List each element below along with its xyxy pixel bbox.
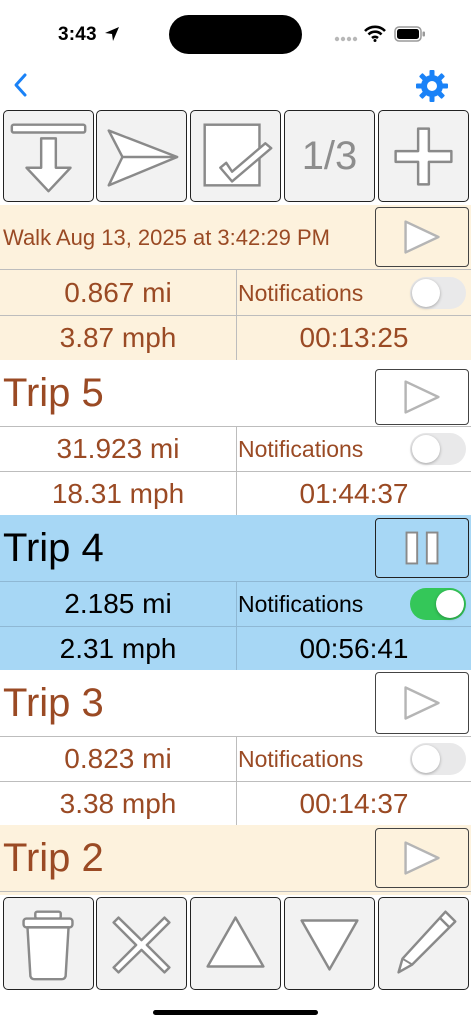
plus-icon — [394, 127, 453, 186]
trip-duration: 00:56:41 — [299, 632, 409, 664]
notifications-label: Notifications — [238, 435, 364, 462]
trip-distance: 2.185 mi — [64, 588, 172, 619]
trip-row-5[interactable]: Trip 5 31.923 mi Notifications 18.31 mph… — [0, 360, 471, 515]
trip-distance: 31.923 mi — [56, 433, 180, 464]
trip-row-3[interactable]: Trip 3 0.823 mi Notifications 3.38 mph 0… — [0, 670, 471, 825]
navigation-bar — [0, 64, 471, 108]
pause-icon — [405, 531, 439, 565]
page-indicator: 1/3 — [301, 133, 358, 178]
location-arrow-icon — [105, 27, 119, 41]
battery-icon — [394, 26, 425, 42]
share-button[interactable] — [96, 110, 187, 202]
play-button[interactable] — [375, 369, 469, 425]
notifications-label: Notifications — [238, 590, 364, 617]
play-icon — [404, 220, 440, 254]
move-up-button[interactable] — [190, 897, 281, 990]
notifications-label: Notifications — [238, 279, 364, 306]
trip-row-2[interactable]: Trip 2 — [0, 825, 471, 895]
trip-title: Walk Aug 13, 2025 at 3:42:29 PM — [3, 225, 330, 250]
wifi-icon — [364, 25, 386, 42]
delete-button[interactable] — [3, 897, 94, 990]
play-button[interactable] — [375, 207, 469, 267]
cellular-signal-icon — [334, 36, 358, 42]
download-arrow-icon — [10, 123, 87, 193]
settings-gear-icon[interactable] — [414, 68, 450, 104]
back-chevron-icon[interactable] — [10, 72, 34, 98]
triangle-down-icon — [300, 919, 359, 971]
trip-speed: 2.31 mph — [59, 632, 177, 664]
trip-speed: 3.87 mph — [59, 322, 177, 353]
notifications-label: Notifications — [238, 745, 364, 772]
notifications-switch[interactable] — [410, 433, 466, 465]
trip-title: Trip 2 — [3, 835, 104, 880]
trip-title: Trip 4 — [3, 525, 104, 570]
close-x-icon — [112, 916, 171, 974]
play-icon — [404, 380, 440, 414]
home-indicator — [153, 1010, 318, 1015]
status-time: 3:43 — [58, 24, 97, 45]
notifications-switch[interactable] — [410, 277, 466, 309]
pencil-icon — [397, 910, 457, 974]
add-trip-button[interactable] — [378, 110, 469, 202]
select-button[interactable] — [190, 110, 281, 202]
cancel-button[interactable] — [96, 897, 187, 990]
checkbox-checked-icon — [203, 123, 273, 187]
triangle-up-icon — [206, 916, 265, 968]
notifications-switch[interactable] — [410, 743, 466, 775]
trip-speed: 18.31 mph — [51, 477, 185, 509]
trip-title: Trip 3 — [3, 680, 104, 725]
trip-distance: 0.867 mi — [64, 277, 172, 308]
pause-button[interactable] — [375, 518, 469, 578]
send-paper-plane-icon — [107, 129, 179, 187]
page-indicator-button[interactable]: 1/3 — [284, 110, 375, 202]
trip-speed: 3.38 mph — [59, 787, 177, 819]
dynamic-island — [169, 15, 302, 54]
trip-duration: 01:44:37 — [299, 477, 409, 509]
trip-distance: 0.823 mi — [64, 743, 172, 774]
trip-title: Trip 5 — [3, 370, 104, 415]
trip-row-4[interactable]: Trip 4 2.185 mi Notifications 2.31 mph 0… — [0, 515, 471, 670]
play-button[interactable] — [375, 828, 469, 888]
edit-button[interactable] — [378, 897, 469, 990]
trip-duration: 00:13:25 — [299, 322, 409, 353]
import-button[interactable] — [3, 110, 94, 202]
play-icon — [404, 841, 440, 875]
status-bar: 3:43 — [0, 0, 471, 64]
trip-duration: 00:14:37 — [299, 787, 409, 819]
play-button[interactable] — [375, 672, 469, 734]
trash-icon — [22, 910, 74, 981]
notifications-switch[interactable] — [410, 588, 466, 620]
play-icon — [404, 686, 440, 720]
move-down-button[interactable] — [284, 897, 375, 990]
trip-row-walk[interactable]: Walk Aug 13, 2025 at 3:42:29 PM 0.867 mi… — [0, 205, 471, 360]
